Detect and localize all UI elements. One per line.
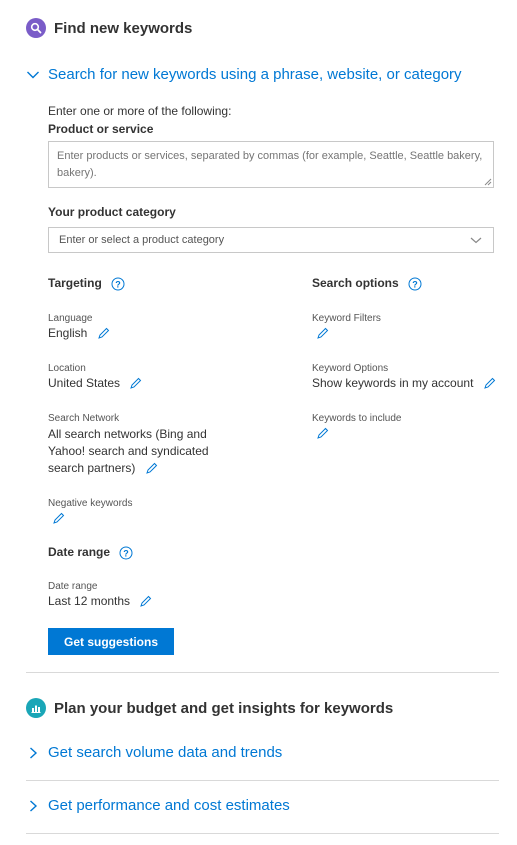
category-select[interactable]: Enter or select a product category xyxy=(48,227,494,253)
help-icon[interactable]: ? xyxy=(111,277,125,291)
chevron-down-icon xyxy=(27,71,39,78)
targeting-title: Targeting xyxy=(48,276,102,290)
search-network-row: search partners) xyxy=(48,460,158,477)
find-keywords-header: Find new keywords xyxy=(26,18,192,38)
chart-icon xyxy=(26,698,46,718)
search-network-label: Search Network xyxy=(48,413,120,424)
edit-pencil-icon[interactable] xyxy=(145,462,158,475)
divider xyxy=(26,780,499,781)
help-icon[interactable]: ? xyxy=(408,277,422,291)
edit-pencil-icon[interactable] xyxy=(483,377,496,390)
search-new-keywords-toggle[interactable]: Search for new keywords using a phrase, … xyxy=(26,66,462,83)
edit-pencil-icon[interactable] xyxy=(316,427,329,440)
divider xyxy=(26,672,499,673)
product-input[interactable] xyxy=(48,141,494,188)
product-label: Product or service xyxy=(48,122,154,136)
keywords-to-include-label: Keywords to include xyxy=(312,413,402,424)
get-suggestions-button[interactable]: Get suggestions xyxy=(48,628,174,655)
edit-pencil-icon[interactable] xyxy=(97,327,110,340)
search-volume-label: Get search volume data and trends xyxy=(48,744,283,761)
date-range-heading: Date range ? xyxy=(48,545,133,560)
plan-budget-header: Plan your budget and get insights for ke… xyxy=(26,698,393,718)
chevron-right-icon xyxy=(30,746,38,759)
location-label: Location xyxy=(48,363,86,374)
edit-pencil-icon[interactable] xyxy=(52,512,65,525)
date-range-value: Last 12 months xyxy=(48,594,131,608)
search-icon xyxy=(26,18,46,38)
location-value: United States xyxy=(48,376,121,390)
search-volume-link[interactable]: Get search volume data and trends xyxy=(26,744,282,761)
svg-text:?: ? xyxy=(124,548,130,558)
edit-pencil-icon[interactable] xyxy=(139,595,152,608)
keyword-filters-label: Keyword Filters xyxy=(312,313,381,324)
category-placeholder: Enter or select a product category xyxy=(59,234,225,246)
chevron-down-icon xyxy=(470,237,482,244)
language-label: Language xyxy=(48,313,93,324)
search-network-line-2: Yahoo! search and syndicated xyxy=(48,444,209,458)
svg-text:?: ? xyxy=(412,279,418,289)
targeting-heading: Targeting ? xyxy=(48,276,125,291)
search-options-heading: Search options ? xyxy=(312,276,422,291)
keyword-options-row: Show keywords in my account xyxy=(312,375,496,392)
negative-keywords-label: Negative keywords xyxy=(48,498,133,509)
date-range-row: Last 12 months xyxy=(48,593,152,610)
keyword-options-value: Show keywords in my account xyxy=(312,376,474,390)
svg-text:?: ? xyxy=(115,279,121,289)
find-keywords-title: Find new keywords xyxy=(54,19,193,37)
search-network-line-3: search partners) xyxy=(48,461,136,475)
chevron-right-icon xyxy=(30,799,38,812)
date-range-label: Date range xyxy=(48,581,98,592)
keyword-options-label: Keyword Options xyxy=(312,363,389,374)
divider xyxy=(26,833,499,834)
performance-estimates-link[interactable]: Get performance and cost estimates xyxy=(26,797,290,814)
category-label: Your product category xyxy=(48,205,176,219)
language-value: English xyxy=(48,326,88,340)
resize-handle-icon[interactable] xyxy=(483,177,492,186)
location-row: United States xyxy=(48,375,142,392)
edit-pencil-icon[interactable] xyxy=(316,327,329,340)
help-icon[interactable]: ? xyxy=(119,546,133,560)
search-options-title: Search options xyxy=(312,276,399,290)
language-row: English xyxy=(48,325,110,342)
search-new-keywords-label: Search for new keywords using a phrase, … xyxy=(48,66,462,83)
performance-estimates-label: Get performance and cost estimates xyxy=(48,797,290,814)
search-network-line-1: All search networks (Bing and xyxy=(48,427,207,441)
date-range-title: Date range xyxy=(48,545,111,559)
plan-budget-title: Plan your budget and get insights for ke… xyxy=(54,699,394,717)
edit-pencil-icon[interactable] xyxy=(129,377,142,390)
intro-text: Enter one or more of the following: xyxy=(48,104,232,118)
